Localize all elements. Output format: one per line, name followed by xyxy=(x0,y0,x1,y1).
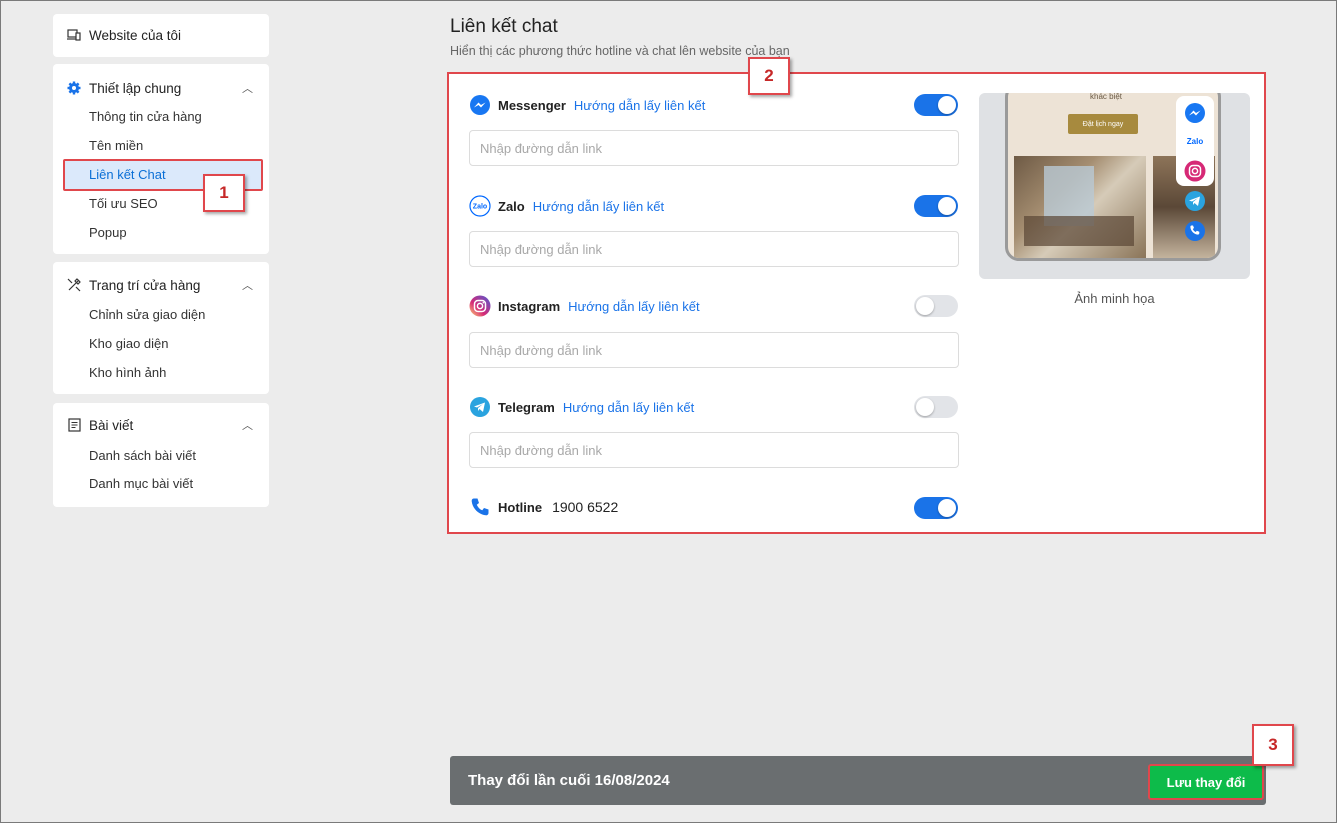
channel-name: Zalo xyxy=(498,198,525,214)
toggle-knob xyxy=(916,398,934,416)
preview-zalo-icon: Zalo xyxy=(1186,136,1204,146)
sidebar-item-label: Website của tôi xyxy=(89,27,182,43)
hotline-number: 1900 6522 xyxy=(552,499,619,515)
channel-hotline: Hotline 1900 6522 xyxy=(469,496,618,518)
channel-telegram: Telegram Hướng dẫn lấy liên kết xyxy=(469,396,694,418)
zalo-link-input[interactable] xyxy=(469,231,959,267)
sidebar-item-store-info[interactable]: Thông tin cửa hàng xyxy=(89,107,202,127)
sidebar-item-edit-theme[interactable]: Chỉnh sửa giao diện xyxy=(89,305,205,325)
sidebar-item-chat-link[interactable]: Liên kết Chat xyxy=(89,165,166,185)
toggle-knob xyxy=(938,499,956,517)
sidebar-group-decor[interactable]: Trang trí cửa hàng ︿ xyxy=(53,274,269,296)
toggle-messenger[interactable] xyxy=(914,94,958,116)
chat-links-panel: Messenger Hướng dẫn lấy liên kết Zalo Za… xyxy=(447,72,1266,534)
zalo-icon: Zalo xyxy=(469,195,491,217)
preview-instagram-icon xyxy=(1184,160,1206,182)
guide-link-telegram[interactable]: Hướng dẫn lấy liên kết xyxy=(563,400,694,415)
sidebar-item-domain[interactable]: Tên miền xyxy=(89,136,143,156)
preview-room-photo xyxy=(1014,156,1146,258)
toggle-knob xyxy=(938,96,956,114)
chevron-up-icon[interactable]: ︿ xyxy=(242,80,253,96)
article-icon xyxy=(67,418,81,432)
telegram-link-input[interactable] xyxy=(469,432,959,468)
channel-name: Telegram xyxy=(498,399,555,415)
annotation-badge-1: 1 xyxy=(203,174,245,212)
guide-link-messenger[interactable]: Hướng dẫn lấy liên kết xyxy=(574,98,705,113)
svg-text:Zalo: Zalo xyxy=(473,204,487,211)
gear-icon xyxy=(67,81,81,95)
toggle-hotline[interactable] xyxy=(914,497,958,519)
annotation-badge-2: 2 xyxy=(748,57,790,95)
channel-messenger: Messenger Hướng dẫn lấy liên kết xyxy=(469,94,705,116)
sidebar-posts-card: Bài viết ︿ Danh sách bài viết Danh mục b… xyxy=(53,403,269,507)
page-subtitle: Hiển thị các phương thức hotline và chat… xyxy=(450,44,790,58)
channel-zalo: Zalo Zalo Hướng dẫn lấy liên kết xyxy=(469,195,664,217)
telegram-icon xyxy=(469,396,491,418)
preview-headline: khác biệt xyxy=(1090,93,1123,101)
sidebar-decor-card: Trang trí cửa hàng ︿ Chỉnh sửa giao diện… xyxy=(53,262,269,394)
preview-cta-button: Đặt lịch ngay xyxy=(1068,114,1138,134)
sidebar-item-post-category[interactable]: Danh mục bài viết xyxy=(89,474,193,494)
sidebar-item-seo[interactable]: Tối ưu SEO xyxy=(89,194,158,214)
preview-image: khác biệt Đặt lịch ngay Zalo xyxy=(979,93,1250,279)
sidebar-website-card[interactable]: Website của tôi xyxy=(53,14,269,57)
guide-link-instagram[interactable]: Hướng dẫn lấy liên kết xyxy=(568,299,699,314)
instagram-icon xyxy=(469,295,491,317)
sidebar-group-posts[interactable]: Bài viết ︿ xyxy=(53,414,269,436)
preview-phone-icon xyxy=(1185,221,1205,241)
phone-icon xyxy=(469,496,491,518)
preview-telegram-icon xyxy=(1185,191,1205,211)
instagram-link-input[interactable] xyxy=(469,332,959,368)
sidebar-group-general[interactable]: Thiết lập chung ︿ xyxy=(53,77,269,99)
channel-name: Messenger xyxy=(498,97,566,113)
save-button[interactable]: Lưu thay đổi xyxy=(1148,764,1264,800)
sidebar-item-theme-store[interactable]: Kho giao diện xyxy=(89,334,169,354)
last-changed-text: Thay đổi lần cuối 16/08/2024 xyxy=(468,772,670,789)
channel-instagram: Instagram Hướng dẫn lấy liên kết xyxy=(469,295,700,317)
sidebar-group-title: Bài viết xyxy=(89,417,134,433)
sidebar-group-title: Thiết lập chung xyxy=(89,80,182,96)
messenger-icon xyxy=(469,94,491,116)
preview-messenger-icon xyxy=(1185,103,1205,123)
paint-tools-icon xyxy=(67,278,81,292)
devices-icon xyxy=(67,28,81,42)
preview-caption: Ảnh minh họa xyxy=(1074,291,1155,306)
chevron-up-icon[interactable]: ︿ xyxy=(242,277,253,293)
sidebar-item-post-list[interactable]: Danh sách bài viết xyxy=(89,446,196,466)
page-title: Liên kết chat xyxy=(450,16,558,37)
footer-bar: Thay đổi lần cuối 16/08/2024 xyxy=(450,756,1266,805)
channel-name: Hotline xyxy=(498,499,543,515)
toggle-telegram[interactable] xyxy=(914,396,958,418)
toggle-instagram[interactable] xyxy=(914,295,958,317)
phone-mockup: khác biệt Đặt lịch ngay Zalo xyxy=(1005,93,1221,261)
chevron-up-icon[interactable]: ︿ xyxy=(242,417,253,433)
messenger-link-input[interactable] xyxy=(469,130,959,166)
sidebar-item-website[interactable]: Website của tôi xyxy=(53,24,181,46)
toggle-knob xyxy=(938,197,956,215)
channel-name: Instagram xyxy=(498,298,561,314)
toggle-zalo[interactable] xyxy=(914,195,958,217)
sidebar-item-image-store[interactable]: Kho hình ảnh xyxy=(89,363,166,383)
guide-link-zalo[interactable]: Hướng dẫn lấy liên kết xyxy=(533,199,664,214)
annotation-badge-3: 3 xyxy=(1252,724,1294,766)
sidebar-item-popup[interactable]: Popup xyxy=(89,223,127,243)
sidebar-group-title: Trang trí cửa hàng xyxy=(89,277,201,293)
preview-furniture xyxy=(1024,216,1134,246)
toggle-knob xyxy=(916,297,934,315)
